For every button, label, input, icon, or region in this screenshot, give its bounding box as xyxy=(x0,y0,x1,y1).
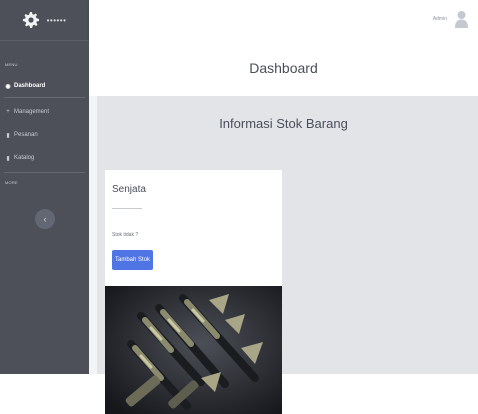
brand[interactable]: •••••• xyxy=(0,0,89,41)
main-content: Dashboard Informasi Stok Barang Senjata … xyxy=(89,40,478,414)
sidebar-item-management[interactable]: + Management xyxy=(0,104,89,120)
product-card: Senjata Stok tidak ? Tambah Stok xyxy=(105,170,282,414)
sidebar-item-label: Katalog xyxy=(14,155,35,161)
brand-name: •••••• xyxy=(46,15,67,25)
product-image xyxy=(105,286,282,414)
dashboard-icon: ◉ xyxy=(5,83,11,90)
card-divider xyxy=(112,208,142,209)
sidebar-item-katalog[interactable]: ▮ Katalog xyxy=(0,150,89,166)
plus-icon: + xyxy=(6,109,10,115)
chevron-left-icon: ‹ xyxy=(43,214,47,224)
topbar: Admin xyxy=(89,0,478,40)
sidebar-item-label: Management xyxy=(14,109,50,115)
list-icon: ▮ xyxy=(6,132,10,139)
sidebar-divider xyxy=(4,172,85,173)
page-title: Dashboard xyxy=(249,60,318,76)
stock-text: Stok tidak ? xyxy=(112,232,139,238)
sidebar-heading-more: MORE xyxy=(5,180,18,185)
add-stock-button[interactable]: Tambah Stok xyxy=(112,250,153,270)
sidebar-item-pesanan[interactable]: ▮ Pesanan xyxy=(0,127,89,143)
gear-icon xyxy=(22,12,39,28)
sidebar-item-label: Dashboard xyxy=(14,83,46,89)
user-avatar-icon[interactable] xyxy=(455,10,468,28)
sidebar-item-dashboard[interactable]: ◉ Dashboard xyxy=(0,78,89,94)
sidebar-toggle-button[interactable]: ‹ xyxy=(35,209,55,229)
sidebar: •••••• MENU ◉ Dashboard + Management ▮ P… xyxy=(0,0,89,374)
list-icon: ▮ xyxy=(6,155,10,162)
card-title: Senjata xyxy=(112,184,146,195)
sidebar-heading-main: MENU xyxy=(5,62,18,67)
page-header: Dashboard xyxy=(89,40,478,96)
user-name[interactable]: Admin xyxy=(433,16,447,22)
section-title: Informasi Stok Barang xyxy=(219,116,348,131)
sidebar-divider xyxy=(4,97,85,98)
sidebar-item-label: Pesanan xyxy=(14,132,38,138)
